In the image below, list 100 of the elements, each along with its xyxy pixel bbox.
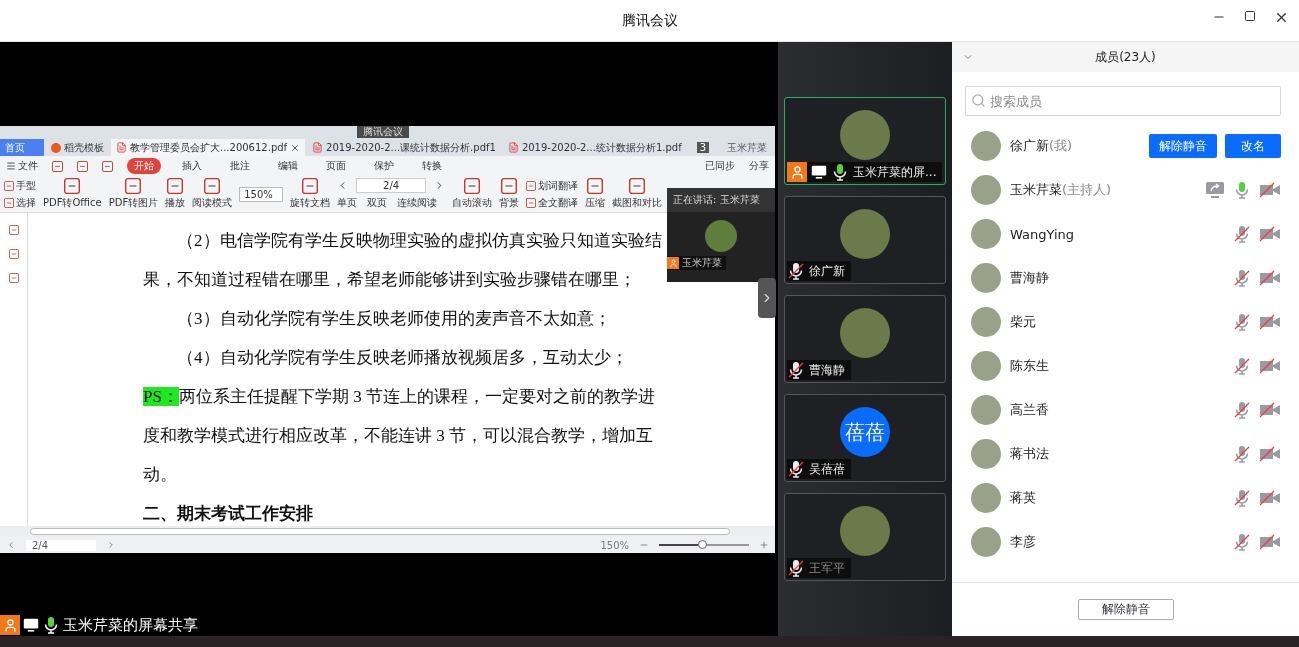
avatar-placeholder — [840, 308, 890, 358]
tool-button[interactable]: 背景 — [499, 178, 520, 210]
tool-icon — [8, 249, 19, 259]
speaker-name: 玉米芹菜 — [682, 256, 722, 270]
unmute-all-button[interactable]: 解除静音 — [1077, 599, 1174, 620]
window-count: 3 — [696, 142, 710, 153]
avatar-placeholder — [971, 263, 1001, 293]
app-tab[interactable]: 2019-2020-2...统计数据分析1.pdf — [502, 139, 687, 156]
avatar-placeholder — [840, 110, 890, 160]
member-name: 徐广新(我) — [1010, 137, 1073, 155]
tool-button[interactable]: 播放 — [165, 178, 186, 210]
tool-icon — [125, 178, 142, 194]
pdf-icon — [507, 142, 519, 153]
tool-button[interactable]: 选择 — [4, 195, 36, 210]
camera-off-icon — [1259, 270, 1281, 286]
camera-off-icon — [1259, 226, 1281, 242]
paragraph: （2）电信学院有学生反映物理实验的虚拟仿真实验只知道实验结果，不知道过程错在哪里，希望老师能够讲到实验步骤错在哪里； — [143, 230, 663, 291]
zoom-in-icon[interactable] — [759, 540, 769, 550]
avatar-placeholder — [971, 527, 1001, 557]
avatar-placeholder — [971, 395, 1001, 425]
member-action-button[interactable]: 改名 — [1225, 134, 1281, 158]
video-tile[interactable]: 王军平 — [784, 493, 946, 581]
tool-button[interactable]: 划词翻译 — [526, 178, 579, 193]
search-icon — [971, 93, 986, 108]
tool-button[interactable]: 压缩 — [585, 178, 606, 210]
menu-tab[interactable]: 插入 — [175, 158, 209, 174]
camera-off-icon — [1259, 314, 1281, 330]
tool-icon — [629, 178, 646, 194]
participant-name: 曹海静 — [809, 361, 845, 379]
paragraph: PS：两位系主任提醒下学期 3 节连上的课程，一定要对之前的教学进度和教学模式进行相应改革，不能连讲 3 节，可以混合教学，增加互动。 — [143, 386, 656, 486]
mic-icon — [42, 616, 60, 634]
tab-close-icon[interactable] — [290, 142, 301, 153]
tool-button[interactable]: PDF转Office — [43, 178, 102, 210]
member-name: 李彦 — [1010, 533, 1036, 551]
menu-tab[interactable]: 保护 — [367, 158, 401, 174]
menu-tab[interactable]: 编辑 — [271, 158, 305, 174]
tool-icon — [4, 180, 14, 191]
tool-button[interactable]: 旋转文档 — [290, 178, 331, 210]
account-name: 玉米芹菜 — [727, 140, 768, 155]
tool-button[interactable]: 全文翻译 — [526, 195, 579, 210]
view-mode-button[interactable]: 连续阅读 — [397, 196, 438, 210]
share-link[interactable]: 分享 — [749, 159, 769, 173]
video-tile[interactable]: 蓓蓓 吴蓓蓓 — [784, 394, 946, 482]
search-field[interactable]: 搜索成员 — [965, 86, 1281, 116]
participant-name: 王军平 — [809, 559, 845, 577]
camera-off-icon — [1259, 446, 1281, 462]
view-mode-button[interactable]: 单页 — [337, 196, 358, 210]
member-action-button[interactable]: 解除静音 — [1149, 134, 1217, 158]
previous-page-icon[interactable] — [6, 540, 16, 550]
member-name: 玉米芹菜(主持人) — [1010, 181, 1112, 199]
video-tile[interactable]: 玉米芹菜的屏... — [784, 97, 946, 185]
app-tab[interactable]: 2019-2020-2...课统计数据分析.pdf1 — [307, 139, 501, 156]
video-tile[interactable]: 徐广新 — [784, 196, 946, 284]
page-field[interactable]: 2/4 — [26, 539, 96, 551]
pdf-icon — [312, 142, 324, 153]
tool-icon — [167, 178, 184, 194]
avatar-placeholder — [971, 175, 1001, 205]
tool-button[interactable]: 手型 — [4, 178, 36, 193]
screen-share-icon — [1205, 181, 1225, 199]
collapse-handle[interactable] — [758, 278, 776, 318]
camera-off-icon — [1259, 402, 1281, 418]
paragraph: （4）自动化学院有学生反映老师播放视频居多，互动太少； — [176, 347, 629, 369]
tool-button[interactable]: PDF转图片 — [108, 178, 159, 210]
share-label: 玉米芹菜的屏幕共享 — [63, 615, 198, 635]
member-name: 高兰香 — [1010, 401, 1049, 419]
menu-tab[interactable]: 页面 — [319, 158, 353, 174]
participant-name: 吴蓓蓓 — [809, 460, 845, 478]
menu-tab[interactable]: 批注 — [223, 158, 257, 174]
tool-icon — [526, 197, 537, 208]
file-menu[interactable]: 文件 — [6, 159, 38, 173]
close-icon[interactable] — [1274, 10, 1289, 25]
screen-share-icon — [23, 617, 39, 633]
maximize-icon[interactable] — [1244, 10, 1256, 22]
zoom-level: 150% — [600, 539, 629, 551]
app-tab[interactable]: 教学管理委员会扩大...200612.pdf — [111, 139, 306, 156]
tool-button[interactable]: 阅读模式 — [192, 178, 233, 210]
member-name: WangYing — [1010, 226, 1075, 242]
member-name: 柴元 — [1010, 313, 1036, 331]
zoom-select[interactable]: 150% — [239, 186, 284, 202]
view-mode-button[interactable]: 双页 — [367, 196, 388, 210]
camera-off-icon — [1259, 358, 1281, 374]
video-tile[interactable]: 曹海静 — [784, 295, 946, 383]
meeting-badge: 腾讯会议 — [357, 126, 409, 138]
member-name: 曹海静 — [1010, 269, 1049, 287]
member-name: 陈东生 — [1010, 357, 1049, 375]
tool-button[interactable]: 截图和对比 — [612, 178, 663, 210]
tool-icon — [464, 178, 481, 194]
app-tab[interactable]: 稻壳模板 — [46, 139, 109, 156]
window-title: 腾讯会议 — [621, 11, 678, 30]
menu-tab[interactable]: 开始 — [127, 158, 161, 174]
tool-icon — [587, 178, 604, 194]
tool-icon — [526, 180, 537, 191]
app-tab[interactable]: 首页 — [0, 139, 44, 156]
page-field[interactable]: 2/4 — [356, 178, 427, 193]
next-page-icon[interactable] — [106, 540, 116, 550]
sync-status[interactable]: 已同步 — [705, 159, 735, 173]
menu-tab[interactable]: 转换 — [415, 158, 449, 174]
tool-icon — [8, 273, 19, 283]
tool-button[interactable]: 自动滚动 — [452, 178, 493, 210]
slider-thumb[interactable] — [698, 540, 708, 549]
